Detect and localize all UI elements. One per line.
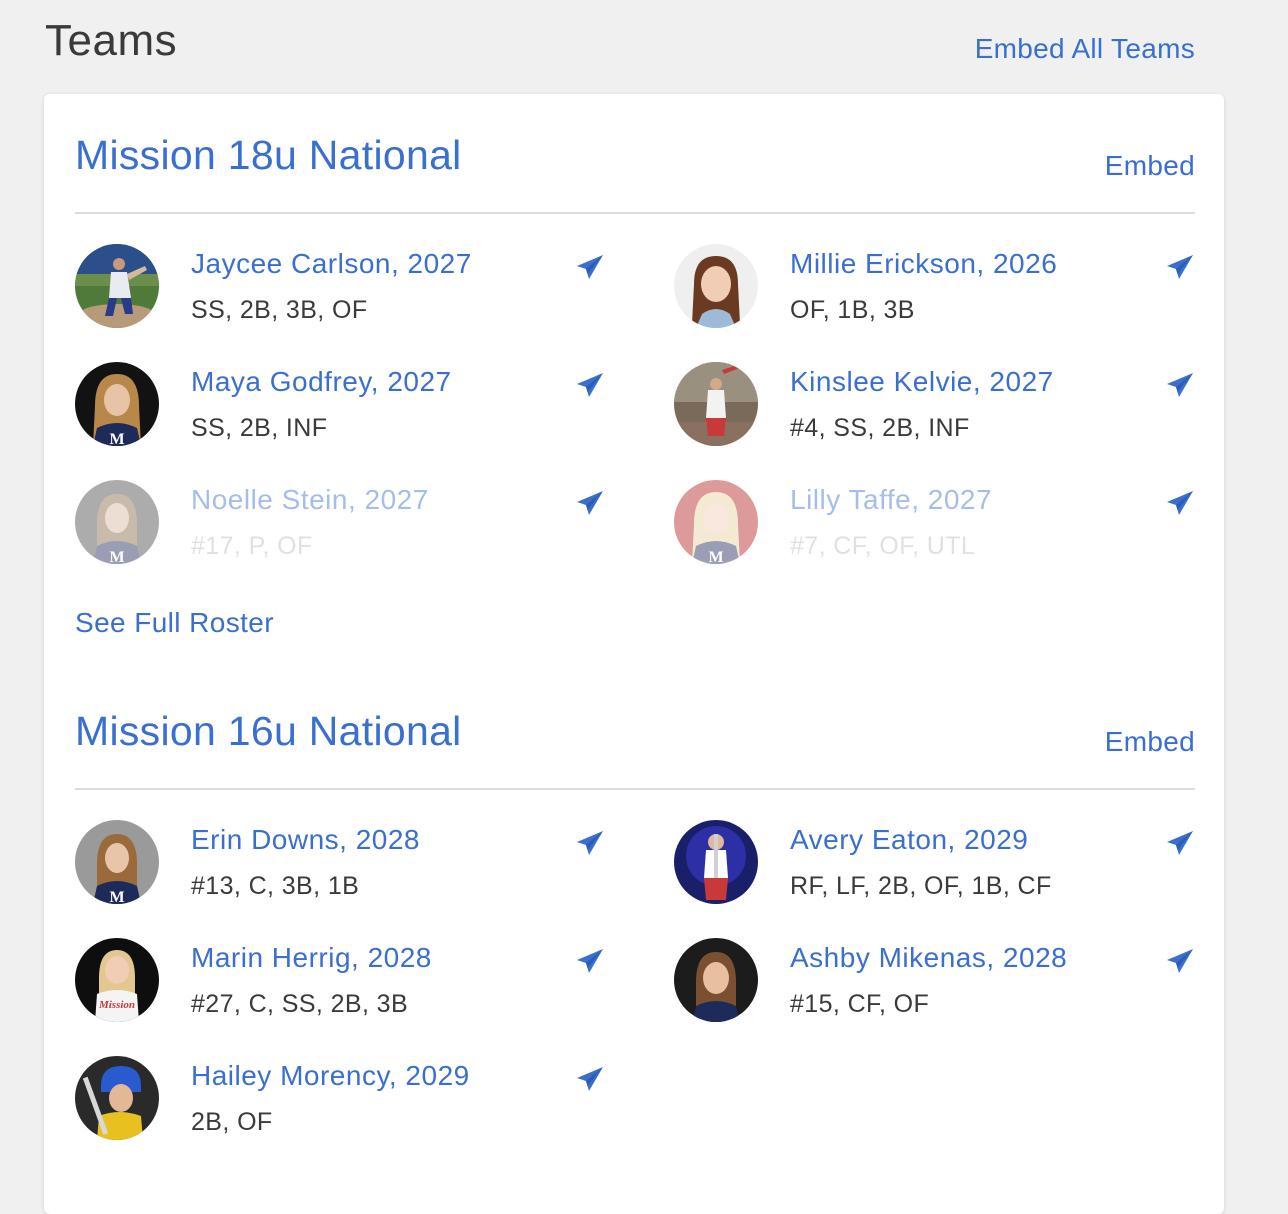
player-positions: #15, CF, OF xyxy=(790,990,930,1018)
svg-text:M: M xyxy=(109,889,124,904)
avatar[interactable] xyxy=(75,244,159,328)
player-name-link[interactable]: Noelle Stein, 2027 xyxy=(191,484,429,516)
paper-plane-icon[interactable] xyxy=(575,488,605,518)
paper-plane-icon[interactable] xyxy=(575,828,605,858)
player-name-link[interactable]: Hailey Morency, 2029 xyxy=(191,1060,470,1092)
player-positions: SS, 2B, INF xyxy=(191,414,328,442)
player-card: M Maya Godfrey, 2027 SS, 2B, INF xyxy=(75,362,605,452)
paper-plane-icon[interactable] xyxy=(1165,370,1195,400)
player-name-link[interactable]: Ashby Mikenas, 2028 xyxy=(790,942,1067,974)
player-card: Kinslee Kelvie, 2027 #4, SS, 2B, INF xyxy=(674,362,1195,452)
avatar[interactable] xyxy=(674,244,758,328)
player-name-link[interactable]: Millie Erickson, 2026 xyxy=(790,248,1057,280)
team-embed-link[interactable]: Embed xyxy=(1105,150,1195,182)
team-section-18u: Mission 18u National Embed Jaycee Carlso… xyxy=(75,94,1195,564)
player-name-link[interactable]: Lilly Taffe, 2027 xyxy=(790,484,992,516)
player-positions: #27, C, SS, 2B, 3B xyxy=(191,990,409,1018)
player-card: Avery Eaton, 2029 RF, LF, 2B, OF, 1B, CF xyxy=(674,820,1195,910)
team-section-16u: Mission 16u National Embed M Erin Downs,… xyxy=(75,670,1195,1140)
player-name-link[interactable]: Avery Eaton, 2029 xyxy=(790,824,1028,856)
embed-all-teams-link[interactable]: Embed All Teams xyxy=(975,33,1195,65)
avatar[interactable] xyxy=(674,938,758,1022)
player-card: Mission Marin Herrig, 2028 #27, C, SS, 2… xyxy=(75,938,605,1028)
teams-card: Mission 18u National Embed Jaycee Carlso… xyxy=(44,94,1224,1214)
avatar[interactable]: M xyxy=(75,480,159,564)
player-positions: #13, C, 3B, 1B xyxy=(191,872,360,900)
player-positions: 2B, OF xyxy=(191,1108,273,1136)
avatar[interactable] xyxy=(674,820,758,904)
svg-text:Mission: Mission xyxy=(98,999,135,1011)
player-card: Jaycee Carlson, 2027 SS, 2B, 3B, OF xyxy=(75,244,605,334)
player-name-link[interactable]: Kinslee Kelvie, 2027 xyxy=(790,366,1054,398)
svg-text:M: M xyxy=(708,549,723,564)
player-card: M Lilly Taffe, 2027 #7, CF, OF, UTL xyxy=(674,480,1195,570)
player-positions: OF, 1B, 3B xyxy=(790,296,915,324)
team-header: Mission 16u National Embed xyxy=(75,670,1195,790)
player-card: Hailey Morency, 2029 2B, OF xyxy=(75,1056,605,1146)
avatar[interactable]: Mission xyxy=(75,938,159,1022)
avatar[interactable]: M xyxy=(75,820,159,904)
avatar[interactable]: M xyxy=(75,362,159,446)
paper-plane-icon[interactable] xyxy=(575,1064,605,1094)
paper-plane-icon[interactable] xyxy=(575,946,605,976)
paper-plane-icon[interactable] xyxy=(575,252,605,282)
avatar[interactable] xyxy=(75,1056,159,1140)
player-card: M Erin Downs, 2028 #13, C, 3B, 1B xyxy=(75,820,605,910)
player-name-link[interactable]: Maya Godfrey, 2027 xyxy=(191,366,452,398)
paper-plane-icon[interactable] xyxy=(575,370,605,400)
player-name-link[interactable]: Erin Downs, 2028 xyxy=(191,824,420,856)
see-full-roster-link[interactable]: See Full Roster xyxy=(75,607,274,639)
player-card: Ashby Mikenas, 2028 #15, CF, OF xyxy=(674,938,1195,1028)
paper-plane-icon[interactable] xyxy=(1165,488,1195,518)
paper-plane-icon[interactable] xyxy=(1165,946,1195,976)
player-positions: #4, SS, 2B, INF xyxy=(790,414,970,442)
team-embed-link[interactable]: Embed xyxy=(1105,726,1195,758)
avatar[interactable] xyxy=(674,362,758,446)
avatar[interactable]: M xyxy=(674,480,758,564)
team-name-link[interactable]: Mission 16u National xyxy=(75,708,462,755)
paper-plane-icon[interactable] xyxy=(1165,828,1195,858)
player-name-link[interactable]: Jaycee Carlson, 2027 xyxy=(191,248,472,280)
player-positions: RF, LF, 2B, OF, 1B, CF xyxy=(790,872,1052,900)
player-card: Millie Erickson, 2026 OF, 1B, 3B xyxy=(674,244,1195,334)
team-name-link[interactable]: Mission 18u National xyxy=(75,132,462,179)
team-header: Mission 18u National Embed xyxy=(75,94,1195,214)
player-positions: #7, CF, OF, UTL xyxy=(790,532,976,560)
svg-text:M: M xyxy=(109,431,124,446)
page-title: Teams xyxy=(45,16,178,65)
player-positions: SS, 2B, 3B, OF xyxy=(191,296,368,324)
player-card: M Noelle Stein, 2027 #17, P, OF xyxy=(75,480,605,570)
svg-text:M: M xyxy=(109,549,124,564)
player-positions: #17, P, OF xyxy=(191,532,313,560)
player-name-link[interactable]: Marin Herrig, 2028 xyxy=(191,942,432,974)
paper-plane-icon[interactable] xyxy=(1165,252,1195,282)
